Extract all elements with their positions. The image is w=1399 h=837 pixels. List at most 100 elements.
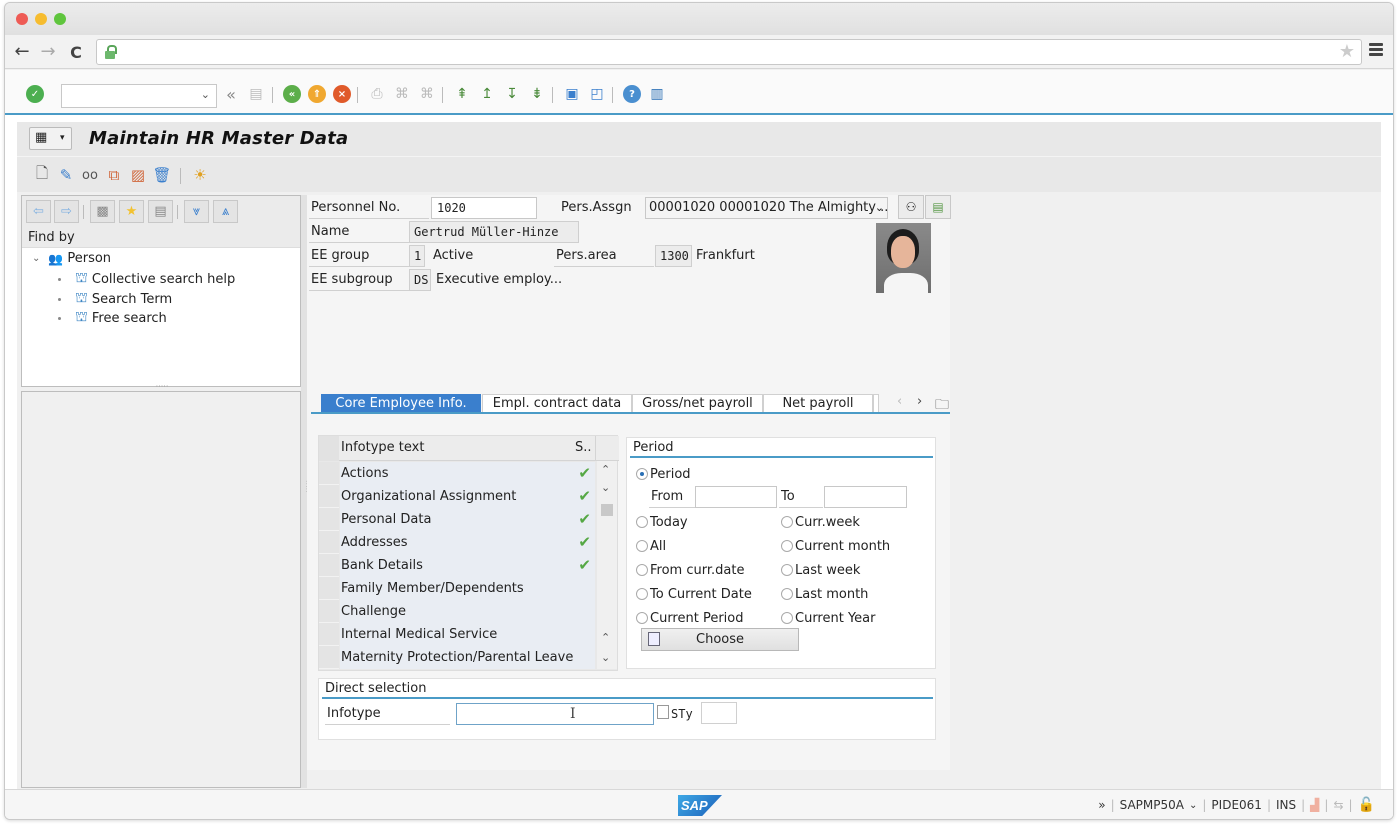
tab-more[interactable]: [873, 394, 879, 412]
forward-arrow-icon[interactable]: →: [37, 41, 59, 62]
org-structure-button[interactable]: ⚇: [898, 195, 924, 219]
radio-to-current-date[interactable]: To Current Date: [636, 584, 752, 604]
table-row[interactable]: Organizational Assignment ✔: [319, 485, 597, 508]
find-next-icon[interactable]: ⌘: [417, 84, 437, 104]
chart-icon[interactable]: ▟: [1310, 798, 1319, 812]
radio-curr-week[interactable]: Curr.week: [781, 512, 860, 532]
menu-button[interactable]: ▦ ▾: [29, 127, 72, 150]
radio-current-period[interactable]: Current Period: [636, 608, 744, 628]
tree-node-collective-search[interactable]: ⛫ Collective search help: [58, 270, 235, 288]
help-icon[interactable]: ?: [622, 84, 642, 104]
minimize-window-button[interactable]: [35, 13, 47, 25]
change-icon[interactable]: ✎: [57, 166, 75, 184]
radio-all[interactable]: All: [636, 536, 666, 556]
layout-menu-icon[interactable]: ▥: [647, 84, 667, 104]
create-session-icon[interactable]: ▣: [562, 84, 582, 104]
horizontal-splitter[interactable]: ·····: [122, 383, 202, 391]
infotype-text-cell[interactable]: Internal Medical Service: [340, 623, 595, 646]
select-all-cell[interactable]: [319, 436, 339, 461]
pers-assgn-dropdown[interactable]: 00001020 00001020 The Almighty ... ⌄: [645, 197, 888, 219]
tree-node-person[interactable]: ⌄ 👥 Person: [32, 251, 111, 266]
infotype-text-cell[interactable]: Challenge: [340, 600, 595, 623]
exit-icon[interactable]: ⇑: [307, 84, 327, 104]
cancel-icon[interactable]: ×: [332, 84, 352, 104]
back-arrow-icon[interactable]: ←: [11, 41, 33, 62]
next-icon[interactable]: ⇨: [54, 200, 79, 223]
infotype-text-cell[interactable]: Maternity Protection/Parental Leave: [340, 646, 595, 669]
history-icon[interactable]: ▤: [148, 200, 173, 223]
last-page-icon[interactable]: ⇟: [527, 84, 547, 104]
radio-current-year[interactable]: Current Year: [781, 608, 875, 628]
row-selector[interactable]: [319, 600, 339, 623]
chevron-down-icon[interactable]: ⌄: [32, 253, 40, 264]
favorites-star-icon[interactable]: ★: [119, 200, 144, 223]
row-selector[interactable]: [319, 485, 339, 508]
radio-last-month[interactable]: Last month: [781, 584, 868, 604]
row-selector[interactable]: [319, 531, 339, 554]
table-row[interactable]: Challenge: [319, 600, 597, 623]
back-icon[interactable]: «: [282, 84, 302, 104]
table-row[interactable]: Maternity Protection/Parental Leave: [319, 646, 597, 669]
personnel-no-input[interactable]: 1020: [431, 197, 537, 219]
choose-button[interactable]: Choose: [641, 628, 799, 651]
enter-icon[interactable]: ✓: [25, 84, 45, 104]
radio-from-curr-date[interactable]: From curr.date: [636, 560, 744, 580]
chevron-down-icon[interactable]: ⌄: [201, 88, 210, 101]
radio-period[interactable]: Period: [636, 464, 691, 484]
table-row[interactable]: Bank Details ✔: [319, 554, 597, 577]
to-date-input[interactable]: [824, 486, 907, 508]
row-selector[interactable]: [319, 646, 339, 669]
infotype-input[interactable]: I: [456, 703, 654, 725]
unlock-icon[interactable]: 🔓: [1358, 797, 1375, 813]
expand-status-icon[interactable]: »: [1098, 798, 1105, 812]
table-scrollbar[interactable]: ⌃ ⌄ ⌃ ⌄: [597, 461, 617, 669]
scroll-down-icon[interactable]: ⌄: [601, 481, 610, 494]
row-selector[interactable]: [319, 508, 339, 531]
column-header-status[interactable]: S..: [575, 440, 592, 455]
first-page-icon[interactable]: ⇞: [452, 84, 472, 104]
close-window-button[interactable]: [16, 13, 28, 25]
page-up-icon[interactable]: ⌃: [601, 631, 610, 644]
infotype-text-cell[interactable]: Personal Data ✔: [340, 508, 595, 531]
table-row[interactable]: Actions ✔: [319, 462, 597, 485]
tab-core-employee-info[interactable]: Core Employee Info.: [321, 394, 481, 412]
tab-empl-contract-data[interactable]: Empl. contract data: [482, 394, 632, 412]
tab-list-icon[interactable]: 🗀: [935, 394, 949, 418]
radio-last-week[interactable]: Last week: [781, 560, 860, 580]
from-date-input[interactable]: [695, 486, 777, 508]
scroll-thumb[interactable]: [601, 504, 613, 516]
create-icon[interactable]: 🗋: [33, 164, 51, 184]
radio-current-month[interactable]: Current month: [781, 536, 890, 556]
infotype-text-cell[interactable]: Bank Details ✔: [340, 554, 595, 577]
browser-menu-icon[interactable]: [1369, 43, 1383, 58]
radio-button[interactable]: [636, 468, 648, 480]
infotype-text-cell[interactable]: Addresses ✔: [340, 531, 595, 554]
infotype-text-cell[interactable]: Family Member/Dependents: [340, 577, 595, 600]
table-row[interactable]: Internal Medical Service: [319, 623, 597, 646]
reload-icon[interactable]: C: [65, 43, 87, 62]
radio-today[interactable]: Today: [636, 512, 688, 532]
tab-scroll-right-icon[interactable]: ›: [917, 394, 922, 409]
save-icon[interactable]: ▤: [246, 84, 266, 104]
bookmark-star-icon[interactable]: ★: [1339, 41, 1355, 62]
table-row[interactable]: Personal Data ✔: [319, 508, 597, 531]
row-selector[interactable]: [319, 462, 339, 485]
infotype-text-cell[interactable]: Actions ✔: [340, 462, 595, 485]
settings-icon[interactable]: ▩: [90, 200, 115, 223]
assignment-button[interactable]: ▤: [925, 195, 951, 219]
tab-gross-net-payroll[interactable]: Gross/net payroll: [632, 394, 763, 412]
collapse-all-icon[interactable]: ⩓: [213, 200, 238, 223]
row-selector[interactable]: [319, 577, 339, 600]
tab-scroll-left-icon[interactable]: ‹: [897, 394, 902, 409]
copy-icon[interactable]: ⧉: [105, 166, 123, 184]
tab-net-payroll[interactable]: Net payroll: [763, 394, 873, 412]
row-selector[interactable]: [319, 623, 339, 646]
collapse-icon[interactable]: «: [221, 84, 241, 104]
maximize-window-button[interactable]: [54, 13, 66, 25]
table-row[interactable]: Family Member/Dependents: [319, 577, 597, 600]
tree-node-search-term[interactable]: ⛫ Search Term: [58, 290, 172, 308]
transfer-icon[interactable]: ⇆: [1333, 798, 1343, 812]
print-icon[interactable]: ⎙: [367, 84, 387, 104]
shortcut-icon[interactable]: ◰: [587, 84, 607, 104]
url-input[interactable]: ★: [96, 39, 1362, 65]
